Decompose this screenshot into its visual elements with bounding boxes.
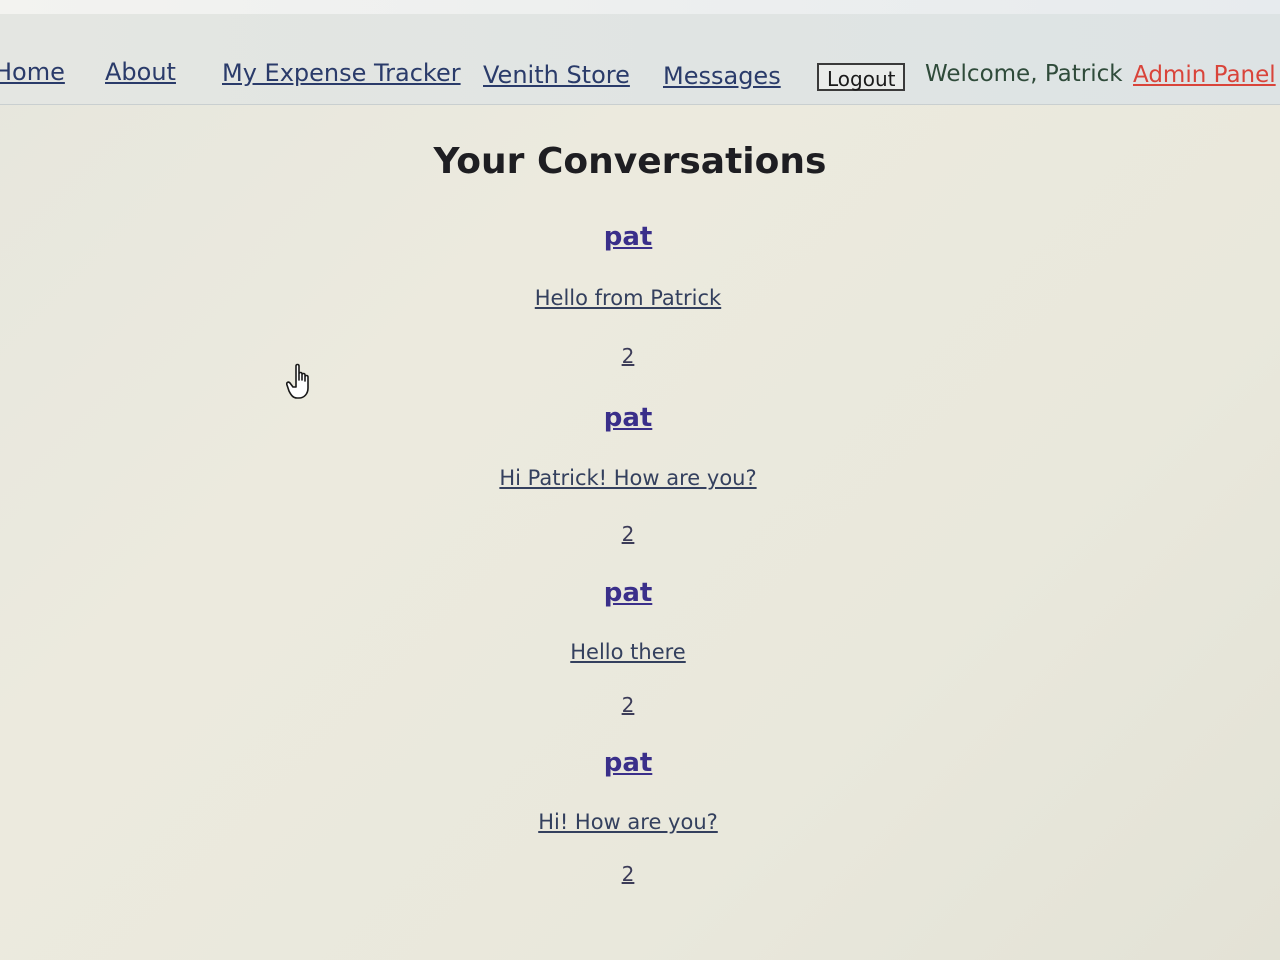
nav-messages-link[interactable]: Messages	[663, 64, 781, 88]
conversation-item: pat Hi! How are you? 2	[0, 748, 1256, 884]
conversation-username-link[interactable]: pat	[604, 403, 653, 433]
conversation-preview-link[interactable]: Hi Patrick! How are you?	[0, 468, 1256, 489]
conversation-item: pat Hello from Patrick 2	[0, 222, 1256, 366]
conversation-count-link[interactable]: 2	[0, 695, 1256, 715]
nav-expense-tracker-link[interactable]: My Expense Tracker	[222, 61, 461, 85]
conversation-username-link[interactable]: pat	[604, 222, 653, 252]
admin-panel-link[interactable]: Admin Panel	[1133, 64, 1276, 87]
conversation-preview-link[interactable]: Hi! How are you?	[0, 812, 1256, 833]
conversation-count-link[interactable]: 2	[0, 864, 1256, 884]
conversation-item: pat Hello there 2	[0, 578, 1256, 715]
page-title: Your Conversations	[433, 141, 827, 182]
welcome-text: Welcome, Patrick	[925, 61, 1123, 87]
top-navbar: Home About My Expense Tracker Venith Sto…	[0, 14, 1280, 105]
conversation-preview-link[interactable]: Hello from Patrick	[0, 288, 1256, 309]
nav-home-link[interactable]: Home	[0, 60, 65, 84]
logout-button[interactable]: Logout	[817, 63, 906, 91]
conversation-username-link[interactable]: pat	[604, 578, 653, 608]
nav-store-link[interactable]: Venith Store	[483, 63, 630, 87]
hand-pointer-icon	[286, 363, 309, 399]
conversation-preview-link[interactable]: Hello there	[0, 642, 1256, 663]
conversation-username-link[interactable]: pat	[604, 748, 653, 778]
browser-edge	[0, 0, 1280, 14]
nav-about-link[interactable]: About	[105, 60, 176, 84]
conversation-item: pat Hi Patrick! How are you? 2	[0, 403, 1256, 544]
conversation-count-link[interactable]: 2	[0, 524, 1256, 544]
conversation-count-link[interactable]: 2	[0, 346, 1256, 366]
